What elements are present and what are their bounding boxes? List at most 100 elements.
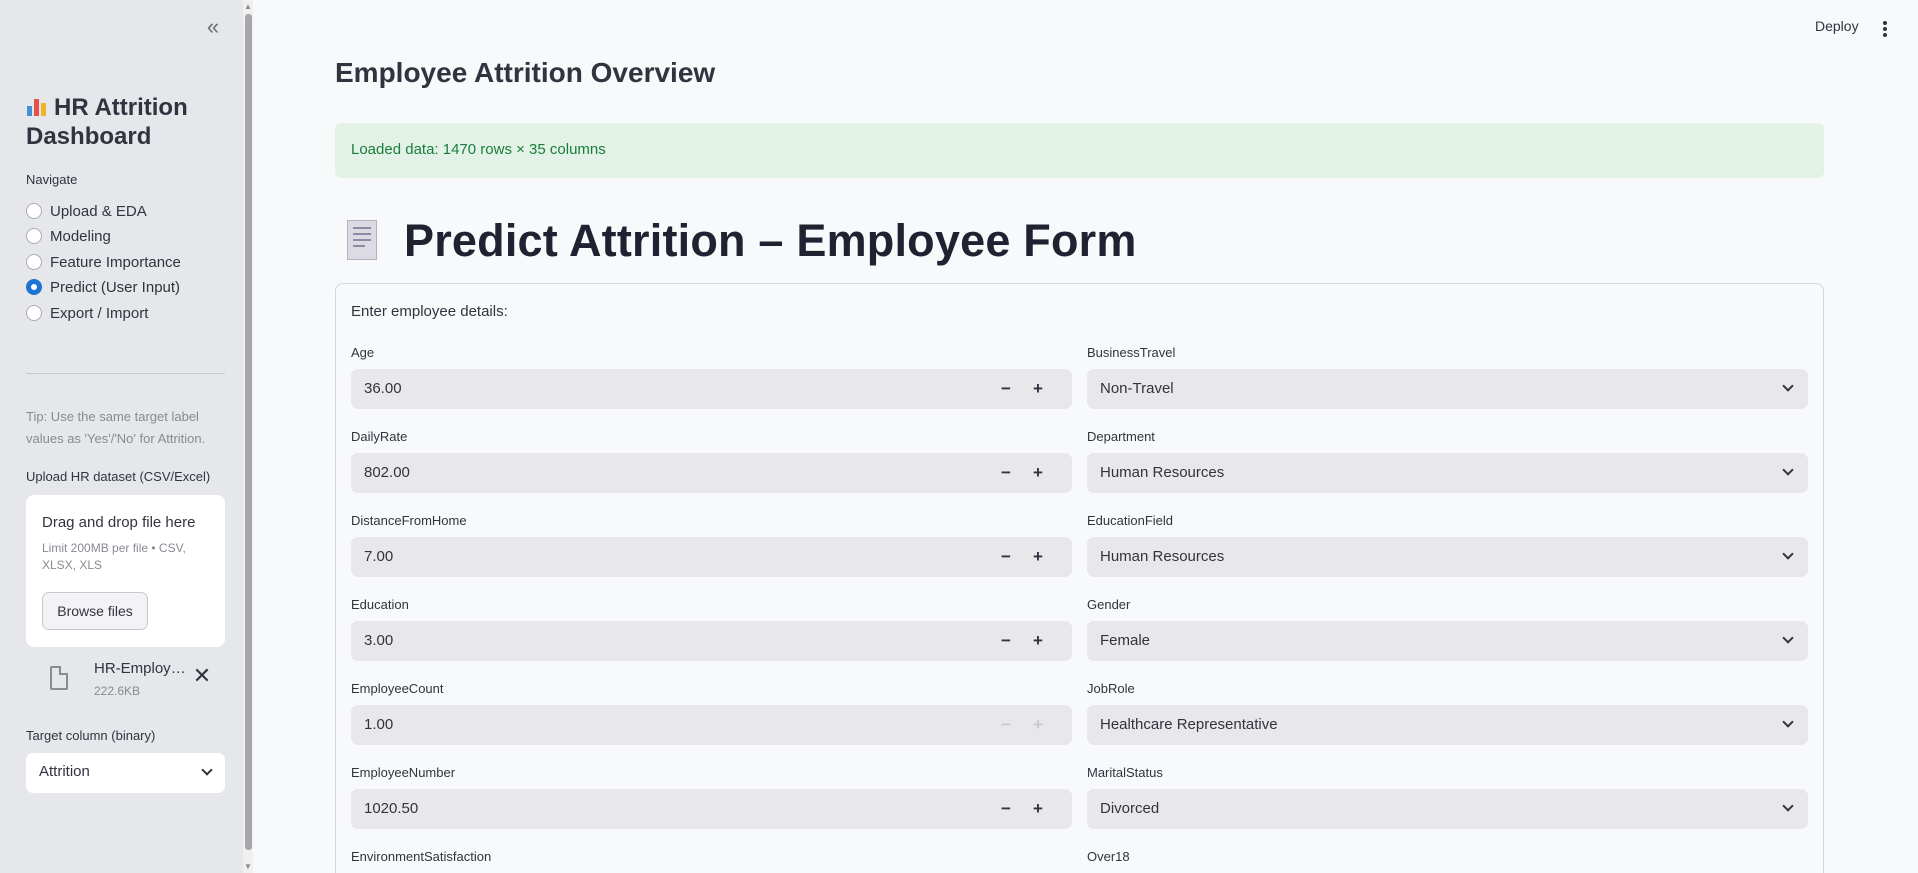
department-select[interactable]: Human Resources: [1087, 453, 1808, 493]
employeenumber-value: 1020.50: [364, 800, 419, 817]
gender-select[interactable]: Female: [1087, 621, 1808, 661]
decrement-icon: −: [1001, 715, 1011, 734]
nav-export-import[interactable]: Export / Import: [26, 302, 148, 324]
bar-chart-icon: [26, 96, 48, 118]
radio-icon[interactable]: [26, 228, 42, 244]
more-options-icon[interactable]: [1882, 21, 1888, 37]
file-dropzone[interactable]: Drag and drop file here Limit 200MB per …: [26, 495, 225, 647]
nav-item-label: Upload & EDA: [50, 202, 147, 220]
increment-icon[interactable]: +: [1026, 627, 1050, 655]
education-input[interactable]: 3.00 − +: [351, 621, 1072, 661]
nav-modeling[interactable]: Modeling: [26, 225, 111, 247]
gender-label: Gender: [1087, 597, 1131, 612]
chevron-down-icon: [1782, 464, 1794, 476]
page-title: Employee Attrition Overview: [335, 57, 716, 88]
nav-item-label: Predict (User Input): [50, 278, 181, 296]
nav-label: Navigate: [26, 172, 78, 187]
file-icon: [50, 666, 68, 690]
employeecount-input[interactable]: 1.00 − +: [351, 705, 1072, 745]
age-input[interactable]: 36.00 − +: [351, 369, 1072, 409]
increment-icon[interactable]: +: [1026, 543, 1050, 571]
form-title: Predict Attrition – Employee Form: [404, 215, 1137, 266]
nav-upload-eda[interactable]: Upload & EDA: [26, 200, 147, 222]
nav-predict[interactable]: Predict (User Input): [26, 276, 180, 298]
chevron-down-icon: [1782, 800, 1794, 812]
chevron-down-icon: [201, 764, 213, 776]
businesstravel-select[interactable]: Non-Travel: [1087, 369, 1808, 409]
dropzone-title: Drag and drop file here: [42, 514, 196, 531]
uploaded-file-size: 222.6KB: [94, 684, 141, 698]
maritalstatus-label: MaritalStatus: [1087, 765, 1163, 780]
education-label: Education: [351, 597, 409, 612]
scroll-up-icon[interactable]: ▲: [243, 2, 253, 12]
sidebar-title-text: HR Attrition Dashboard: [26, 94, 188, 150]
nav-feature-importance[interactable]: Feature Importance: [26, 251, 181, 273]
upload-label: Upload HR dataset (CSV/Excel): [26, 469, 211, 484]
increment-icon[interactable]: +: [1026, 459, 1050, 487]
gender-value: Female: [1100, 632, 1151, 649]
nav-item-label: Modeling: [50, 227, 111, 245]
receipt-icon: [344, 218, 380, 264]
browse-files-button[interactable]: Browse files: [42, 592, 148, 630]
education-value: 3.00: [364, 632, 394, 649]
target-column-value: Attrition: [39, 763, 90, 780]
age-label: Age: [351, 345, 375, 360]
distancefromhome-value: 7.00: [364, 548, 394, 565]
maritalstatus-select[interactable]: Divorced: [1087, 789, 1808, 829]
form-header: Predict Attrition – Employee Form: [344, 215, 1137, 266]
chevron-down-icon: [1782, 380, 1794, 392]
employeecount-label: EmployeeCount: [351, 681, 444, 696]
collapse-sidebar-icon[interactable]: «: [203, 16, 223, 38]
increment-icon[interactable]: +: [1026, 795, 1050, 823]
decrement-icon[interactable]: −: [994, 459, 1018, 487]
decrement-icon[interactable]: −: [994, 543, 1018, 571]
educationfield-select[interactable]: Human Resources: [1087, 537, 1808, 577]
radio-icon[interactable]: [26, 254, 42, 270]
radio-icon[interactable]: [26, 203, 42, 219]
nav-item-label: Feature Importance: [50, 253, 181, 271]
scroll-down-icon[interactable]: ▼: [243, 862, 253, 872]
deploy-button[interactable]: Deploy: [1815, 18, 1859, 34]
dailyrate-input[interactable]: 802.00 − +: [351, 453, 1072, 493]
increment-icon: +: [1033, 715, 1043, 734]
department-value: Human Resources: [1100, 464, 1225, 481]
success-alert: Loaded data: 1470 rows × 35 columns: [335, 123, 1824, 178]
sidebar-scrollbar-thumb[interactable]: [245, 14, 252, 850]
jobrole-select[interactable]: Healthcare Representative: [1087, 705, 1808, 745]
decrement-icon[interactable]: −: [994, 375, 1018, 403]
sidebar-divider: [26, 373, 225, 374]
chevron-down-icon: [1782, 716, 1794, 728]
educationfield-label: EducationField: [1087, 513, 1173, 528]
uploaded-file-name: HR-Employee-Attrition.csv: [94, 660, 190, 677]
distancefromhome-input[interactable]: 7.00 − +: [351, 537, 1072, 577]
remove-file-icon[interactable]: ✕: [192, 665, 212, 687]
radio-icon[interactable]: [26, 305, 42, 321]
dailyrate-value: 802.00: [364, 464, 410, 481]
jobrole-label: JobRole: [1087, 681, 1135, 696]
target-column-label: Target column (binary): [26, 728, 156, 743]
alert-text: Loaded data: 1470 rows × 35 columns: [351, 141, 606, 158]
employeenumber-label: EmployeeNumber: [351, 765, 456, 780]
chevron-down-icon: [1782, 632, 1794, 644]
employeenumber-input[interactable]: 1020.50 − +: [351, 789, 1072, 829]
tip-text: Tip: Use the same target label values as…: [26, 409, 206, 446]
department-label: Department: [1087, 429, 1155, 444]
age-value: 36.00: [364, 380, 402, 397]
increment-icon[interactable]: +: [1026, 375, 1050, 403]
businesstravel-label: BusinessTravel: [1087, 345, 1176, 360]
radio-selected-icon[interactable]: [26, 279, 42, 295]
educationfield-value: Human Resources: [1100, 548, 1225, 565]
environmentsatisfaction-label: EnvironmentSatisfaction: [351, 849, 492, 864]
businesstravel-value: Non-Travel: [1100, 380, 1174, 397]
dailyrate-label: DailyRate: [351, 429, 408, 444]
distancefromhome-label: DistanceFromHome: [351, 513, 467, 528]
decrement-icon[interactable]: −: [994, 795, 1018, 823]
jobrole-value: Healthcare Representative: [1100, 716, 1278, 733]
sidebar-title: HR Attrition Dashboard: [26, 93, 226, 151]
decrement-icon[interactable]: −: [994, 627, 1018, 655]
form-intro: Enter employee details:: [351, 303, 508, 320]
chevron-down-icon: [1782, 548, 1794, 560]
target-column-select[interactable]: Attrition: [26, 753, 225, 793]
maritalstatus-value: Divorced: [1100, 800, 1160, 817]
nav-item-label: Export / Import: [50, 304, 149, 322]
